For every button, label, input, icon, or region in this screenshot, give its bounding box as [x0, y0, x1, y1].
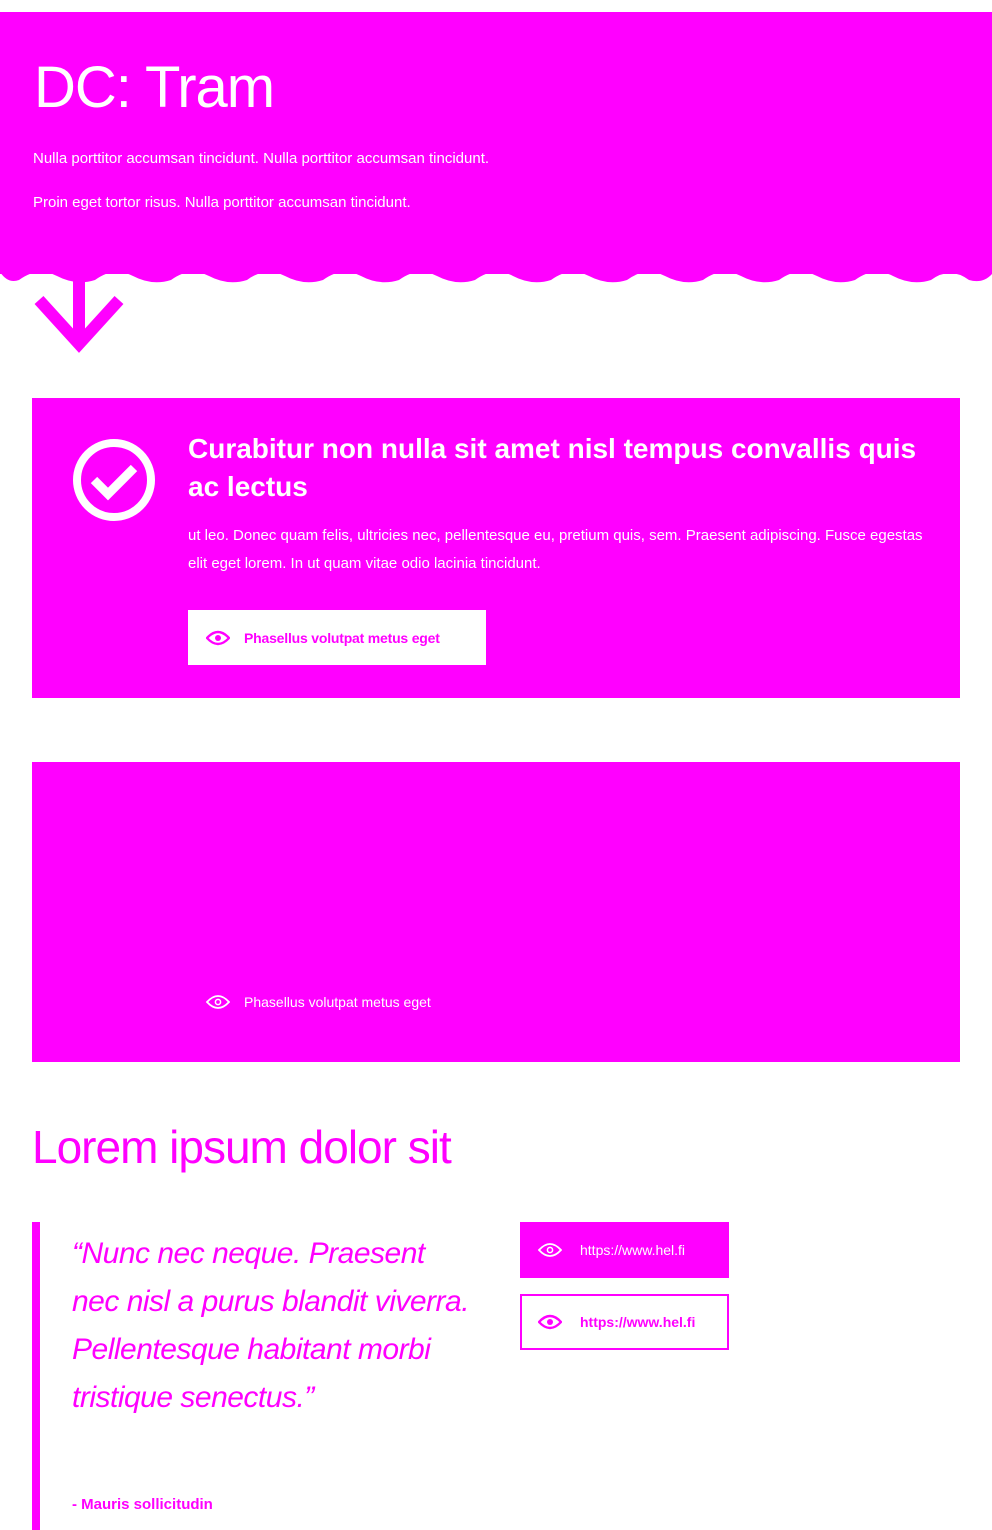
info-card-empty: Phasellus volutpat metus eget	[32, 762, 960, 1062]
page-title: DC: Tram	[34, 55, 275, 120]
eye-icon	[206, 994, 230, 1009]
link-button-filled-label: https://www.hel.fi	[580, 1242, 686, 1258]
card-ghost-button-label: Phasellus volutpat metus eget	[244, 993, 431, 1010]
card-text: ut leo. Donec quam felis, ultricies nec,…	[188, 527, 923, 572]
quote-author: - Mauris sollicitudin	[72, 1496, 213, 1513]
card-title: Curabitur non nulla sit amet nisl tempus…	[188, 433, 917, 503]
card-action-button-label: Phasellus volutpat metus eget	[244, 629, 440, 646]
arrow-down-icon[interactable]	[33, 272, 125, 354]
eye-icon	[538, 1243, 562, 1257]
link-button-filled[interactable]: https://www.hel.fi	[520, 1222, 729, 1278]
section-title: Lorem ipsum dolor sit	[32, 1121, 452, 1173]
eye-icon	[206, 630, 230, 645]
info-card: Curabitur non nulla sit amet nisl tempus…	[32, 398, 960, 698]
hero-paragraph-1: Nulla porttitor accumsan tincidunt. Null…	[33, 150, 490, 167]
wave-divider	[0, 262, 992, 283]
quote-text: “Nunc nec neque. Praesent nec nisl a pur…	[72, 1237, 470, 1414]
card-ghost-button[interactable]: Phasellus volutpat metus eget	[188, 974, 486, 1029]
link-button-outline-label: https://www.hel.fi	[580, 1314, 696, 1330]
card-action-button[interactable]: Phasellus volutpat metus eget	[188, 610, 486, 665]
link-button-outline[interactable]: https://www.hel.fi	[520, 1294, 729, 1350]
eye-icon	[538, 1314, 562, 1330]
quote-bar	[32, 1222, 40, 1530]
check-circle-icon	[73, 439, 155, 521]
hero-paragraph-2: Proin eget tortor risus. Nulla porttitor…	[33, 194, 411, 211]
hero-banner: DC: Tram Nulla porttitor accumsan tincid…	[0, 12, 992, 274]
